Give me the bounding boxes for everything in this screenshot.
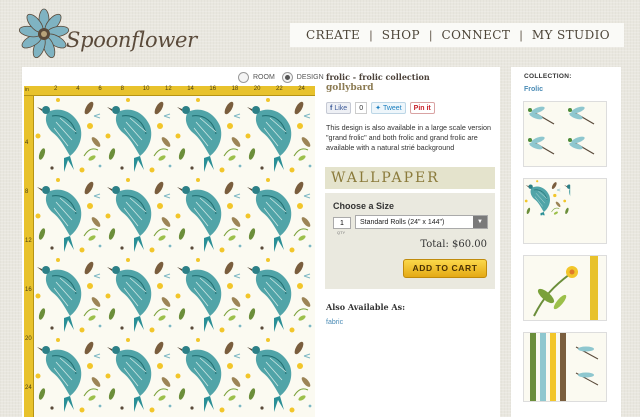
ruler-top-tick: 22 — [276, 86, 283, 92]
like-count: 0 — [355, 102, 368, 114]
design-radio-icon[interactable] — [281, 72, 293, 83]
add-to-cart-button[interactable]: ADD TO CART — [403, 259, 487, 278]
ruler-left-tick: 12 — [25, 238, 32, 244]
nav-separator: | — [429, 28, 433, 42]
product-category-band: WALLPAPER — [325, 167, 495, 189]
ruler-top-tick: 8 — [120, 86, 124, 92]
collection-thumb-flowers[interactable] — [523, 255, 607, 321]
size-selector: Choose a Size 1 QTY Standard Rolls (24" … — [325, 193, 495, 289]
logo[interactable]: Spoonflower — [18, 8, 197, 59]
product-title[interactable]: frolic - frolic collection — [326, 72, 496, 82]
designer-name[interactable]: gollybard — [326, 83, 496, 93]
bird-pattern-icon — [524, 179, 571, 216]
product-info: frolic - frolic collection gollybard f L… — [326, 72, 496, 153]
total-price: Total: $60.00 — [420, 239, 487, 250]
quantity-input[interactable]: 1 — [333, 217, 351, 229]
logo-text: Spoonflower — [66, 28, 197, 52]
size-select[interactable]: Standard Rolls (24" x 144") ▼ — [355, 215, 488, 229]
flower-logo-icon — [18, 8, 70, 59]
ruler-unit: in — [25, 87, 29, 93]
ruler-left-tick: 20 — [25, 336, 32, 342]
ruler-top-tick: 12 — [165, 86, 172, 92]
nav-my-studio[interactable]: MY STUDIO — [532, 28, 610, 42]
ruler-top-tick: 6 — [98, 86, 102, 92]
ruler-left-tick: 16 — [25, 287, 32, 293]
ruler-left-tick: 8 — [25, 189, 29, 195]
size-label: Choose a Size — [333, 201, 395, 211]
dragonfly-pattern-icon — [524, 102, 606, 166]
fabric-swatch — [34, 96, 315, 417]
design-label[interactable]: DESIGN — [297, 74, 324, 81]
room-radio-icon[interactable] — [238, 72, 249, 83]
pin-it-button[interactable]: Pin it — [409, 102, 435, 114]
ruler-top-tick: 16 — [209, 86, 217, 92]
collection-link[interactable]: Frolic — [524, 86, 543, 93]
nav-separator: | — [369, 28, 373, 42]
category-label: WALLPAPER — [331, 170, 440, 186]
pattern-illustration — [34, 96, 315, 417]
collection-thumb-birds[interactable] — [523, 178, 607, 244]
ruler-top-tick: 24 — [298, 86, 305, 92]
also-available-fabric-link[interactable]: fabric — [326, 319, 343, 326]
view-toggle: ROOM DESIGN — [238, 72, 324, 83]
ruler-left-tick: 4 — [25, 140, 29, 146]
top-nav: CREATE | SHOP | CONNECT | MY STUDIO — [290, 23, 624, 47]
ruler-top-tick: 2 — [54, 86, 58, 92]
tweet-label: Tweet — [382, 104, 402, 112]
flower-pattern-icon — [524, 256, 606, 320]
also-available-title: Also Available As: — [326, 302, 406, 312]
design-preview: in 2 4 6 8 10 12 14 16 18 20 22 24 4 8 12 16 20 24 — [24, 86, 315, 417]
ruler-top-tick: 4 — [76, 86, 80, 92]
ruler-left: 4 8 12 16 20 24 — [24, 96, 34, 417]
ruler-left-tick: 24 — [25, 385, 32, 391]
collection-thumb-dragonflies[interactable] — [523, 101, 607, 167]
nav-connect[interactable]: CONNECT — [441, 28, 510, 42]
room-label[interactable]: ROOM — [253, 74, 275, 81]
facebook-like-button[interactable]: f Like — [326, 102, 352, 114]
product-description: This design is also available in a large… — [326, 123, 492, 152]
nav-shop[interactable]: SHOP — [382, 28, 420, 42]
nav-create[interactable]: CREATE — [306, 28, 360, 42]
ruler-top-tick: 20 — [253, 86, 261, 92]
ruler-top-tick: 10 — [142, 86, 150, 92]
ruler-top-tick: 14 — [187, 86, 194, 92]
collection-title: COLLECTION: — [524, 73, 572, 80]
ruler-top-tick: 18 — [231, 86, 239, 92]
stripe-pattern-icon — [524, 333, 606, 401]
size-select-value: Standard Rolls (24" x 144") — [360, 219, 445, 226]
like-label: Like — [334, 104, 348, 112]
social-buttons: f Like 0 ✦ Tweet Pin it — [326, 102, 496, 114]
collection-thumb-stripes[interactable] — [523, 332, 607, 402]
nav-separator: | — [519, 28, 523, 42]
twitter-icon: ✦ — [375, 105, 381, 112]
ruler-top: in 2 4 6 8 10 12 14 16 18 20 22 24 — [24, 86, 315, 96]
dropdown-arrow-icon[interactable]: ▼ — [473, 216, 487, 228]
qty-label: QTY — [337, 230, 346, 235]
tweet-button[interactable]: ✦ Tweet — [371, 102, 406, 114]
facebook-icon: f — [330, 104, 333, 112]
